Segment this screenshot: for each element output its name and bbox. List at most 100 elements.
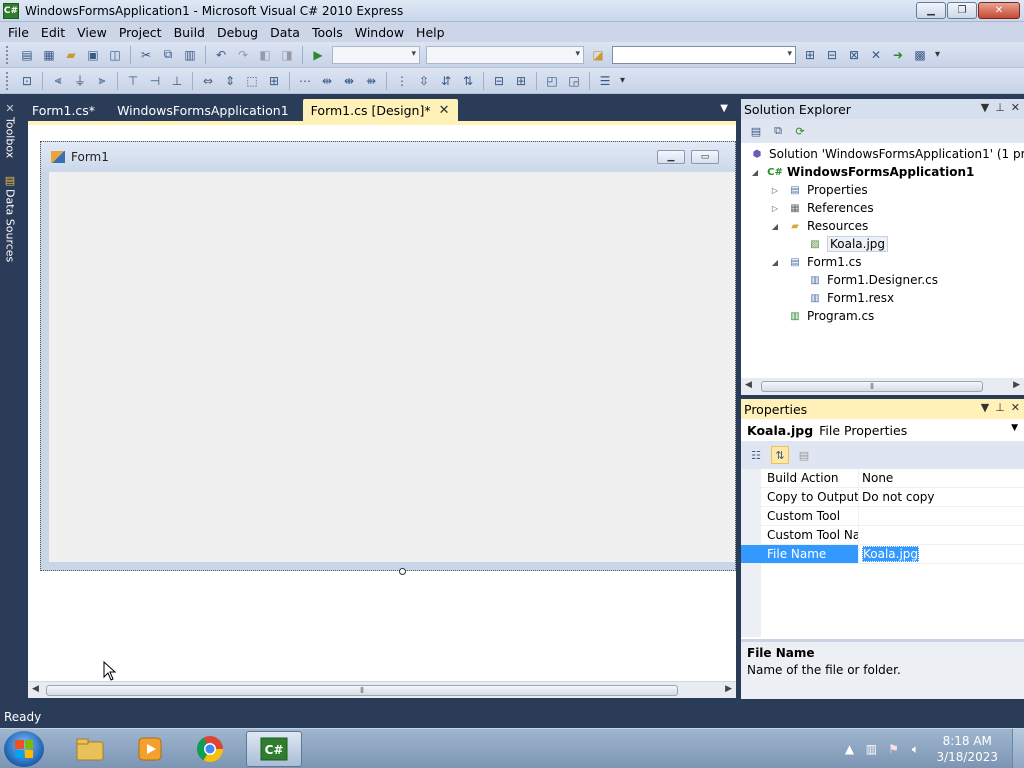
align-lefts-icon[interactable]: ⫷: [48, 71, 68, 91]
menu-file[interactable]: File: [2, 25, 35, 40]
designer-horizontal-scrollbar[interactable]: ◀ ⦀ ▶: [28, 681, 736, 698]
solution-configuration-combo[interactable]: ▾: [332, 45, 420, 64]
increase-horizontal-spacing-icon[interactable]: ⇹: [317, 71, 337, 91]
tree-item-properties[interactable]: ▷ ▤ Properties: [769, 181, 868, 199]
property-value-text[interactable]: Koala.jpg: [862, 546, 920, 562]
property-value[interactable]: [859, 507, 1024, 525]
remove-horizontal-spacing-icon[interactable]: ⇻: [361, 71, 381, 91]
solution-explorer-horizontal-scrollbar[interactable]: ◀ ⦀ ▶: [741, 378, 1024, 395]
make-same-height-icon[interactable]: ⇕: [220, 71, 240, 91]
remove-vertical-spacing-icon[interactable]: ⇅: [458, 71, 478, 91]
solution-platform-combo[interactable]: ▾: [426, 45, 584, 64]
menu-window[interactable]: Window: [349, 25, 410, 40]
tree-item-references[interactable]: ▷ ▦ References: [769, 199, 874, 217]
add-item-icon[interactable]: ▦: [39, 45, 59, 65]
auto-hide-pin-icon[interactable]: ⊥: [995, 101, 1005, 114]
tree-item-form1-cs[interactable]: ◢ ▤ Form1.cs: [769, 253, 862, 271]
chrome-taskbar-button[interactable]: [182, 731, 238, 767]
window-position-dropdown-icon[interactable]: ▼: [981, 101, 989, 114]
align-rights-icon[interactable]: ⫸: [92, 71, 112, 91]
tab-form1-design[interactable]: Form1.cs [Design]* ✕: [302, 99, 458, 121]
media-player-taskbar-button[interactable]: [122, 731, 178, 767]
align-bottoms-icon[interactable]: ⊥: [167, 71, 187, 91]
data-sources-tab[interactable]: ▤ Data Sources: [2, 174, 18, 262]
property-value[interactable]: Do not copy: [859, 488, 1024, 506]
scroll-right-icon[interactable]: ▶: [725, 684, 732, 694]
form-client-area[interactable]: [49, 172, 735, 562]
open-file-icon[interactable]: ▰: [61, 45, 81, 65]
tab-project-properties[interactable]: WindowsFormsApplication1: [109, 99, 297, 121]
navigate-backward-icon[interactable]: ◧: [255, 45, 275, 65]
paste-icon[interactable]: ▥: [180, 45, 200, 65]
categorized-icon[interactable]: ☷: [747, 446, 765, 464]
scroll-thumb[interactable]: ⦀: [761, 381, 983, 392]
expand-icon[interactable]: ▷: [769, 204, 781, 213]
toolbox-tab[interactable]: ✕ Toolbox: [2, 102, 18, 158]
size-to-grid-icon[interactable]: ⊞: [264, 71, 284, 91]
tree-item-solution[interactable]: ⬢ Solution 'WindowsFormsApplication1' (1…: [749, 145, 1024, 163]
send-to-back-icon[interactable]: ◲: [564, 71, 584, 91]
menu-build[interactable]: Build: [168, 25, 211, 40]
make-vertical-spacing-equal-icon[interactable]: ⋮: [392, 71, 412, 91]
save-all-icon[interactable]: ◫: [105, 45, 125, 65]
menu-data[interactable]: Data: [264, 25, 306, 40]
property-row-copy-to-output[interactable]: Copy to Output Directory Do not copy: [741, 488, 1024, 507]
expand-icon[interactable]: ▷: [769, 186, 781, 195]
toolbar-overflow-icon[interactable]: ▾: [620, 75, 625, 86]
explorer-taskbar-button[interactable]: [62, 731, 118, 767]
scroll-left-icon[interactable]: ◀: [745, 380, 752, 390]
center-horizontally-icon[interactable]: ⊟: [489, 71, 509, 91]
start-page-icon[interactable]: ➜: [888, 45, 908, 65]
property-value[interactable]: Koala.jpg: [859, 545, 1024, 563]
close-panel-icon[interactable]: ✕: [1011, 401, 1020, 414]
object-browser-icon[interactable]: ⊠: [844, 45, 864, 65]
start-button[interactable]: [4, 731, 44, 767]
alphabetical-icon[interactable]: ⇅: [771, 446, 789, 464]
scroll-right-icon[interactable]: ▶: [1013, 380, 1020, 390]
tree-item-project[interactable]: ◢ C# WindowsFormsApplication1: [749, 163, 974, 181]
system-clock[interactable]: 8:18 AM 3/18/2023: [936, 733, 998, 765]
property-value[interactable]: None: [859, 469, 1024, 487]
show-desktop-button[interactable]: [1012, 729, 1024, 768]
volume-icon[interactable]: 🔈︎: [907, 741, 923, 757]
copy-icon[interactable]: ⧉: [158, 45, 178, 65]
property-row-custom-tool[interactable]: Custom Tool: [741, 507, 1024, 526]
make-same-size-icon[interactable]: ⬚: [242, 71, 262, 91]
make-horizontal-spacing-equal-icon[interactable]: ⋯: [295, 71, 315, 91]
new-project-icon[interactable]: ▤: [17, 45, 37, 65]
property-row-custom-tool-namespace[interactable]: Custom Tool Namespace: [741, 526, 1024, 545]
toolbar-grip[interactable]: [6, 71, 10, 90]
tree-item-koala-jpg[interactable]: ▨ Koala.jpg: [807, 235, 889, 253]
object-selector[interactable]: Koala.jpg File Properties ▼: [741, 419, 1024, 441]
close-tab-icon[interactable]: ✕: [439, 103, 450, 118]
cut-icon[interactable]: ✂: [136, 45, 156, 65]
collapse-icon[interactable]: ◢: [769, 258, 781, 267]
minimize-button[interactable]: ▁: [916, 2, 946, 19]
align-middles-icon[interactable]: ⊣: [145, 71, 165, 91]
maximize-button[interactable]: ❐: [947, 2, 977, 19]
scroll-thumb[interactable]: ⦀: [46, 685, 678, 696]
menu-edit[interactable]: Edit: [35, 25, 71, 40]
visual-csharp-taskbar-button[interactable]: C#: [246, 731, 302, 767]
window-position-dropdown-icon[interactable]: ▼: [981, 401, 989, 414]
close-panel-icon[interactable]: ✕: [1011, 101, 1020, 114]
property-value[interactable]: [859, 526, 1024, 544]
show-hidden-icons-icon[interactable]: ▲: [841, 741, 857, 757]
find-in-files-icon[interactable]: ◪: [588, 45, 608, 65]
undo-icon[interactable]: ↶: [211, 45, 231, 65]
start-debugging-icon[interactable]: ▶: [308, 45, 328, 65]
menu-view[interactable]: View: [71, 25, 113, 40]
property-row-file-name[interactable]: File Name Koala.jpg: [741, 545, 1024, 564]
form-resize-handle[interactable]: [399, 568, 406, 575]
save-icon[interactable]: ▣: [83, 45, 103, 65]
property-row-build-action[interactable]: Build Action None: [741, 469, 1024, 488]
tab-form1-code[interactable]: Form1.cs*: [24, 99, 103, 121]
align-tops-icon[interactable]: ⊤: [123, 71, 143, 91]
form-preview[interactable]: Form1 ▁ ▭: [40, 141, 736, 571]
extension-manager-icon[interactable]: ▩: [910, 45, 930, 65]
chevron-down-icon[interactable]: ▼: [1011, 423, 1018, 433]
tree-item-resources[interactable]: ◢ ▰ Resources: [769, 217, 868, 235]
tree-item-form1-designer-cs[interactable]: ▥ Form1.Designer.cs: [807, 271, 938, 289]
increase-vertical-spacing-icon[interactable]: ⇳: [414, 71, 434, 91]
decrease-horizontal-spacing-icon[interactable]: ⇼: [339, 71, 359, 91]
